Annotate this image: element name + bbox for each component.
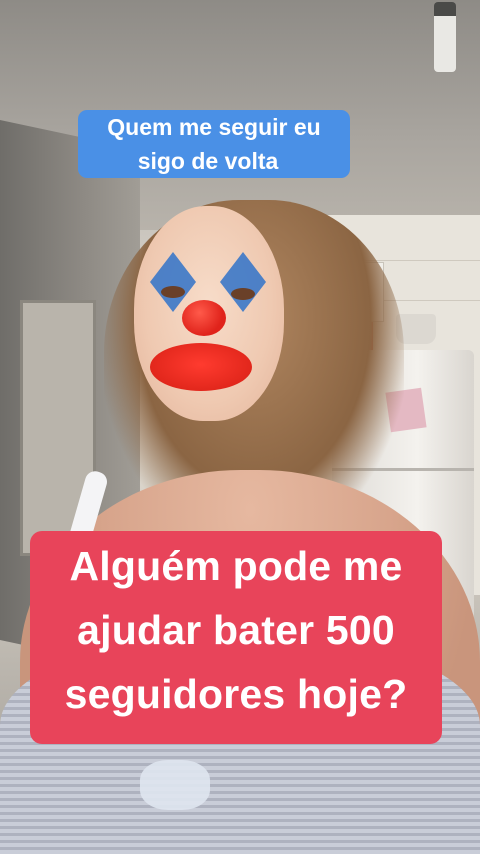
video-frame[interactable]: Quem me seguir eu sigo de volta Alguém p…	[0, 0, 480, 854]
clown-mouth	[150, 343, 252, 391]
caption-box: Alguém pode me ajudar bater 500 seguidor…	[30, 531, 442, 744]
caption-line-2: ajudar bater 500	[77, 607, 395, 653]
sticker-line-2: sigo de volta	[106, 144, 310, 178]
ceiling-lamp	[434, 2, 456, 72]
sticker-line-1: Quem me seguir eu	[107, 114, 321, 140]
clown-nose	[182, 300, 226, 336]
left-eye	[161, 286, 185, 298]
shirt-bow	[140, 760, 210, 810]
right-eye	[231, 288, 255, 300]
follow-back-sticker: Quem me seguir eu sigo de volta	[78, 110, 350, 178]
caption-line-1: Alguém pode me	[69, 543, 403, 589]
caption-line-3: seguidores hoje?	[64, 671, 408, 717]
